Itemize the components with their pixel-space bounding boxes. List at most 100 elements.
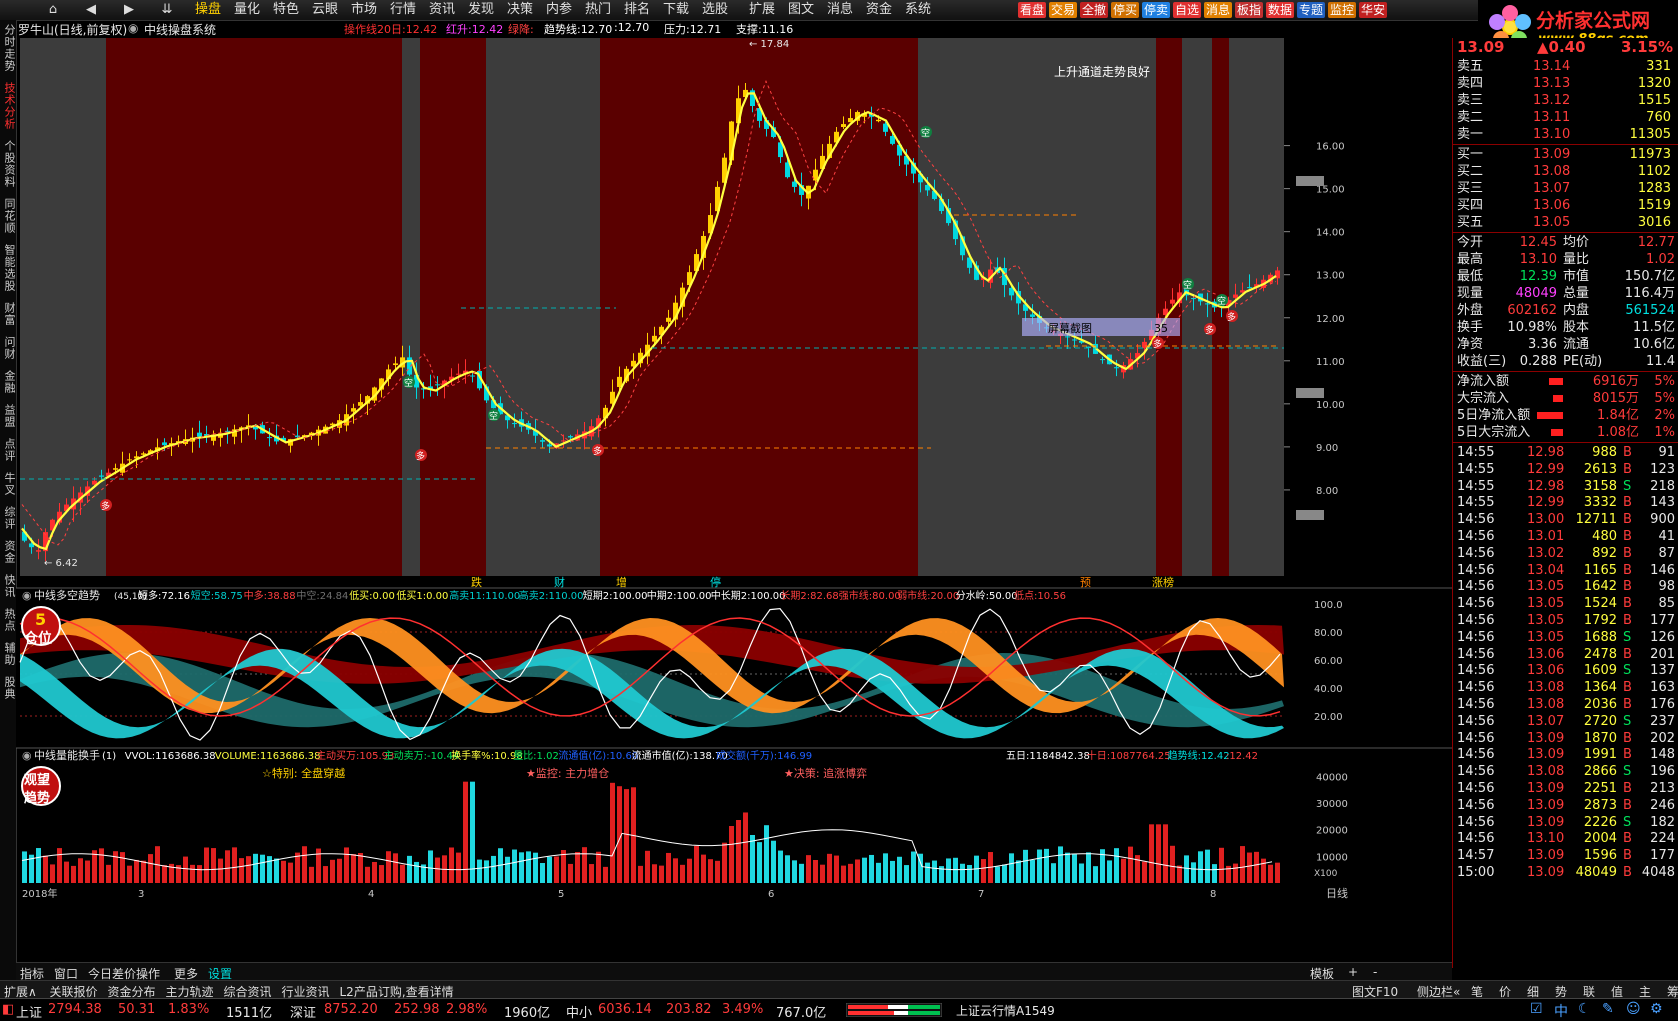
forward-icon[interactable]: ▶ <box>116 1 142 19</box>
status-left-icon[interactable]: ◧ <box>2 1002 14 1017</box>
indicator-value-5: 压力:12.71 <box>664 23 722 36</box>
toolbar-button-0[interactable]: 看盘 <box>1018 2 1047 18</box>
left-tab-0[interactable]: 分时走势 <box>1 24 16 78</box>
moon-icon[interactable]: ☾ <box>1578 1001 1591 1017</box>
svg-text:空: 空 <box>921 127 930 139</box>
menu-item-2[interactable]: 特色 <box>273 2 299 18</box>
toolbar-button-8[interactable]: 数据 <box>1266 2 1295 18</box>
home-icon[interactable]: ⌂ <box>40 1 66 19</box>
menu-item-8[interactable]: 决策 <box>507 2 533 18</box>
ask-price[interactable]: 13.14 <box>1533 58 1570 75</box>
toolbar-button-3[interactable]: 停买 <box>1111 2 1140 18</box>
left-tab-11[interactable]: 综评 <box>1 506 16 536</box>
menu-item-6[interactable]: 资讯 <box>429 2 455 18</box>
toolbar-button-11[interactable]: 华安 <box>1359 2 1388 18</box>
left-tab-6[interactable]: 问财 <box>1 336 16 366</box>
tick-time: 14:56 <box>1457 764 1495 780</box>
left-tab-5[interactable]: 财富 <box>1 302 16 332</box>
event-label-5[interactable]: 涨榜 <box>1150 575 1176 589</box>
stats-divider <box>1453 232 1678 233</box>
left-tab-14[interactable]: 热点 <box>1 608 16 638</box>
left-tab-12[interactable]: 资金 <box>1 540 16 570</box>
bid-price[interactable]: 13.06 <box>1533 197 1570 214</box>
toolbar-button-9[interactable]: 专题 <box>1297 2 1326 18</box>
menu-item-10[interactable]: 热门 <box>585 2 611 18</box>
toolbar-button-10[interactable]: 监控 <box>1328 2 1357 18</box>
event-label-4[interactable]: 预 <box>1078 576 1092 589</box>
menu-item-17[interactable]: 资金 <box>866 2 892 18</box>
menu-item-13[interactable]: 选股 <box>702 2 728 18</box>
ask-price[interactable]: 13.12 <box>1533 92 1570 109</box>
ask-price[interactable]: 13.13 <box>1533 75 1570 92</box>
menu-item-11[interactable]: 排名 <box>624 2 650 18</box>
toolbar-button-4[interactable]: 停卖 <box>1142 2 1171 18</box>
axis-marker-0[interactable] <box>1296 176 1324 186</box>
menu-item-14[interactable]: 扩展 <box>749 2 775 18</box>
menu-item-18[interactable]: 系统 <box>905 2 931 18</box>
menu-item-15[interactable]: 图文 <box>788 2 814 18</box>
template-tab-2[interactable]: - <box>1373 965 1377 979</box>
left-tab-7[interactable]: 金融 <box>1 370 16 400</box>
bid-price[interactable]: 13.05 <box>1533 214 1570 231</box>
menu-item-4[interactable]: 市场 <box>351 2 377 18</box>
price-change: ▲0.40 <box>1537 38 1586 56</box>
price-tick-8: 8.00 <box>1316 486 1338 497</box>
stat-label-2: 量比 <box>1563 252 1590 267</box>
axis-marker-2[interactable] <box>1296 510 1324 520</box>
vol-panel-header: ◉ 中线量能换手 (1) VVOL:1163686.38 VOLUME:1163686.… <box>22 748 1258 762</box>
left-tab-13[interactable]: 快讯 <box>1 574 16 604</box>
menu-item-5[interactable]: 行情 <box>390 2 416 18</box>
stock-title[interactable]: 罗牛山(日线,前复权) <box>18 21 127 38</box>
toolbar-button-7[interactable]: 板指 <box>1235 2 1264 18</box>
menu-item-7[interactable]: 发现 <box>468 2 494 18</box>
axis-marker-1[interactable] <box>1296 388 1324 398</box>
toolbar-button-1[interactable]: 交易 <box>1049 2 1078 18</box>
event-label-3[interactable]: 停 <box>708 575 722 589</box>
left-tab-4[interactable]: 智能选股 <box>1 244 16 298</box>
gear-icon[interactable]: ⚙ <box>1650 1001 1663 1017</box>
cloud-quote-status[interactable]: 上证云行情A1549 <box>956 1002 1055 1019</box>
toolbar-button-6[interactable]: 消息 <box>1204 2 1233 18</box>
left-tab-8[interactable]: 益盟 <box>1 404 16 434</box>
user-icon[interactable]: ☺ <box>1626 1001 1641 1017</box>
lang-indicator[interactable]: 中 <box>1554 1001 1568 1021</box>
menu-item-1[interactable]: 量化 <box>234 2 260 18</box>
event-label-1[interactable]: 财 <box>552 575 566 589</box>
bid-price[interactable]: 13.08 <box>1533 163 1570 180</box>
menu-item-12[interactable]: 下载 <box>663 2 689 18</box>
flow-pct: 5% <box>1654 374 1675 389</box>
tick-time: 14:55 <box>1457 478 1495 494</box>
settings-icon[interactable]: ✎ <box>1602 1001 1614 1017</box>
bid-price[interactable]: 13.07 <box>1533 180 1570 197</box>
back-icon[interactable]: ◀ <box>78 1 104 19</box>
ask-price[interactable]: 13.10 <box>1533 126 1570 143</box>
left-tab-9[interactable]: 点评 <box>1 438 16 468</box>
left-tab-10[interactable]: 牛叉 <box>1 472 16 502</box>
stat-value-2: 561524 <box>1625 303 1675 318</box>
menu-item-16[interactable]: 消息 <box>827 2 853 18</box>
left-tab-3[interactable]: 同花顺 <box>1 198 16 240</box>
vol-right-item-3: :12.42 <box>1226 751 1258 762</box>
ask-price[interactable]: 13.11 <box>1533 109 1570 126</box>
tray-icon-1[interactable]: ☑ <box>1530 1001 1543 1017</box>
menu-item-3[interactable]: 云眼 <box>312 2 338 18</box>
left-tab-15[interactable]: 辅助 <box>1 642 16 672</box>
kline-chart-area[interactable]: 16.00 15.00 14.00 13.00 12.00 11.00 10.00 9.00 8… <box>16 38 1452 962</box>
expand-icon[interactable]: ⇊ <box>154 1 180 19</box>
toolbar-button-5[interactable]: 自选 <box>1173 2 1202 18</box>
toolbar-button-2[interactable]: 全撤 <box>1080 2 1109 18</box>
left-tab-1[interactable]: 技术分析 <box>1 82 16 136</box>
left-tab-16[interactable]: 股典 <box>1 676 16 706</box>
menu-item-0[interactable]: 操盘 <box>195 2 221 18</box>
menu-item-9[interactable]: 内参 <box>546 2 572 18</box>
flow-pct: 1% <box>1654 425 1675 440</box>
tick-volume: 2866 <box>1583 764 1617 780</box>
event-label-2[interactable]: 增 <box>614 575 628 589</box>
template-tab-1[interactable]: + <box>1348 965 1358 979</box>
event-label-0[interactable]: 跌 <box>469 575 483 589</box>
svg-text:停: 停 <box>710 575 721 589</box>
bid-price[interactable]: 13.09 <box>1533 146 1570 163</box>
sh-index-change: 50.31 <box>118 1002 156 1017</box>
dropdown-icon[interactable]: ◉ <box>128 21 138 35</box>
left-tab-2[interactable]: 个股资料 <box>1 140 16 194</box>
